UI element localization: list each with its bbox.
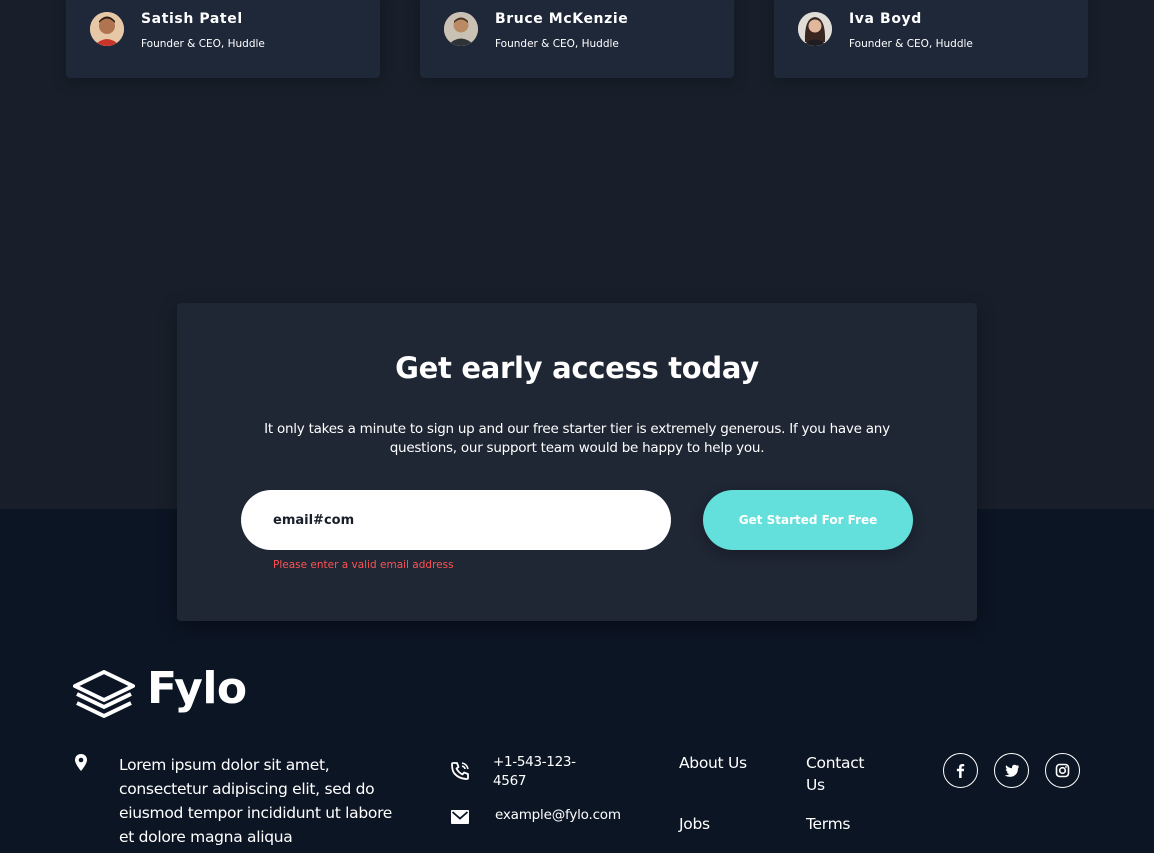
early-access-card: Get early access today It only takes a m… [177, 303, 977, 621]
facebook-icon [956, 764, 965, 778]
footer-address: Lorem ipsum dolor sit amet, consectetur … [119, 756, 393, 846]
avatar [798, 12, 832, 46]
testimonial-card: Iva Boyd Founder & CEO, Huddle [774, 0, 1088, 78]
email-error-message: Please enter a valid email address [273, 559, 454, 571]
footer-phone[interactable]: +1-543-123-4567 [493, 753, 583, 791]
footer-email[interactable]: example@fylo.com [495, 807, 621, 823]
email-input[interactable] [241, 490, 671, 550]
person-role: Founder & CEO, Huddle [141, 38, 265, 50]
twitter-icon [1004, 764, 1019, 777]
person-role: Founder & CEO, Huddle [495, 38, 619, 50]
location-pin-icon [75, 754, 87, 771]
early-access-description: It only takes a minute to sign up and ou… [264, 421, 890, 456]
footer-link-terms[interactable]: Terms [806, 813, 850, 835]
facebook-button[interactable] [943, 753, 978, 788]
footer-link-contact[interactable]: Contact Us [806, 752, 876, 796]
avatar [444, 12, 478, 46]
instagram-icon [1055, 763, 1070, 778]
logo-layers-icon [73, 670, 135, 718]
phone-icon [451, 762, 469, 780]
person-name: Satish Patel [141, 11, 243, 27]
mail-icon [451, 810, 469, 824]
testimonial-card: Satish Patel Founder & CEO, Huddle [66, 0, 380, 78]
footer-link-jobs[interactable]: Jobs [679, 813, 710, 835]
footer-link-about[interactable]: About Us [679, 752, 749, 774]
early-access-title: Get early access today [395, 351, 759, 385]
get-started-button[interactable]: Get Started For Free [703, 490, 913, 550]
person-name: Iva Boyd [849, 11, 922, 27]
testimonial-card: Bruce McKenzie Founder & CEO, Huddle [420, 0, 734, 78]
person-name: Bruce McKenzie [495, 11, 629, 27]
person-role: Founder & CEO, Huddle [849, 38, 973, 50]
brand-name: Fylo [147, 663, 247, 714]
twitter-button[interactable] [994, 753, 1029, 788]
instagram-button[interactable] [1045, 753, 1080, 788]
avatar [90, 12, 124, 46]
